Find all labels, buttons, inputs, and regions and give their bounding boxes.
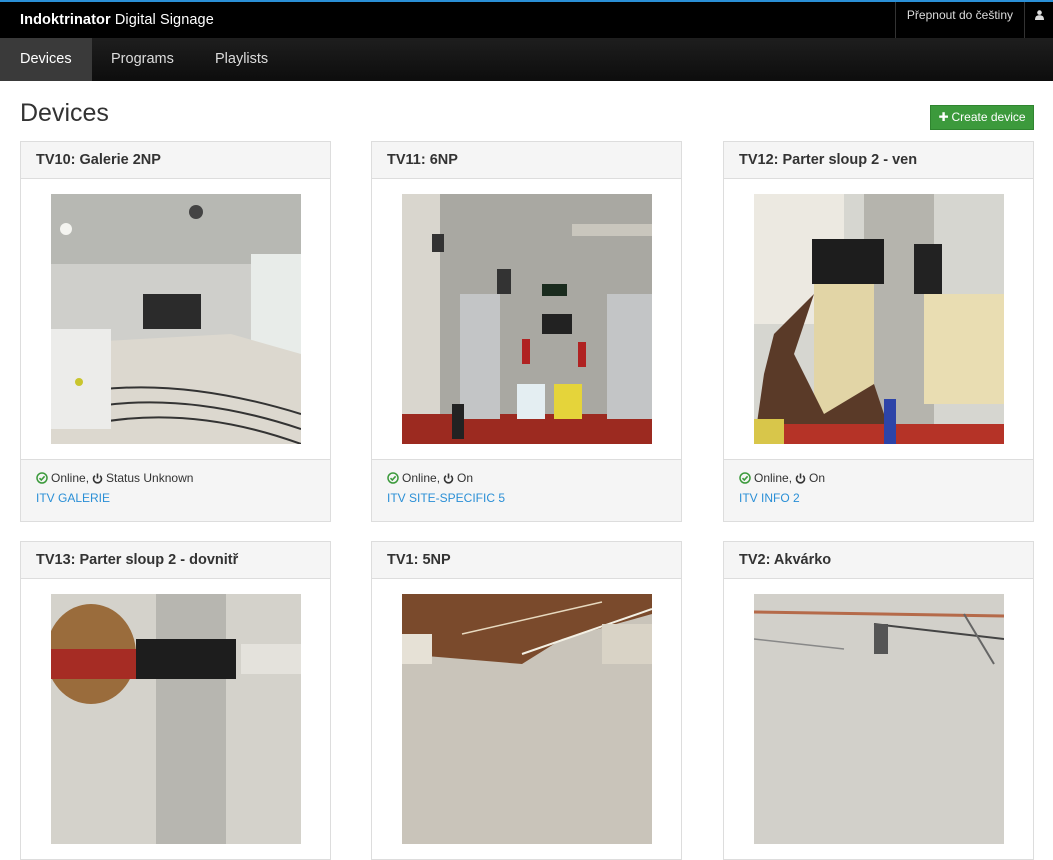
power-status: Status Unknown (106, 471, 194, 485)
create-device-label: Create device (951, 110, 1026, 124)
device-program-link[interactable]: ITV GALERIE (36, 491, 315, 505)
create-device-button[interactable]: ✚ Create device (930, 105, 1034, 130)
device-preview (21, 579, 330, 859)
device-name[interactable]: TV1: 5NP (372, 542, 681, 579)
device-screenshot[interactable] (51, 194, 301, 444)
user-icon (1034, 10, 1044, 20)
top-bar: Indoktrinator Digital Signage Přepnout d… (0, 0, 1053, 38)
device-status-bar: Online, On ITV SITE-SPECIFIC 5 (372, 459, 681, 521)
device-card[interactable]: TV10: Galerie 2NP Online, Status Unknown… (20, 141, 331, 522)
check-circle-icon (739, 472, 751, 484)
brand[interactable]: Indoktrinator Digital Signage (20, 12, 214, 28)
device-preview (372, 179, 681, 459)
page-title: Devices (20, 99, 109, 127)
nav-programs[interactable]: Programs (91, 38, 194, 81)
power-icon (92, 473, 103, 484)
device-preview (724, 179, 1033, 459)
device-program-link[interactable]: ITV SITE-SPECIFIC 5 (387, 491, 666, 505)
device-screenshot[interactable] (51, 594, 301, 844)
device-status-bar: Online, On ITV INFO 2 (724, 459, 1033, 521)
power-icon (795, 473, 806, 484)
device-status-bar: Online, Status Unknown ITV GALERIE (21, 459, 330, 521)
brand-bold: Indoktrinator (20, 12, 111, 28)
device-name[interactable]: TV11: 6NP (372, 142, 681, 179)
device-status: Online, Status Unknown (36, 471, 315, 485)
device-preview (724, 579, 1033, 859)
nav-playlists[interactable]: Playlists (195, 38, 288, 81)
brand-rest: Digital Signage (110, 12, 214, 28)
device-card[interactable]: TV1: 5NP (371, 541, 682, 860)
online-status: Online, (402, 471, 441, 485)
device-preview (372, 579, 681, 859)
device-name[interactable]: TV13: Parter sloup 2 - dovnitř (21, 542, 330, 579)
language-switch-button[interactable]: Přepnout do češtiny (894, 2, 1024, 38)
device-screenshot[interactable] (402, 194, 652, 444)
main-nav: Devices Programs Playlists (0, 38, 1053, 81)
device-card[interactable]: TV12: Parter sloup 2 - ven Online, On IT… (723, 141, 1034, 522)
device-name[interactable]: TV10: Galerie 2NP (21, 142, 330, 179)
online-status: Online, (51, 471, 90, 485)
device-preview (21, 179, 330, 459)
power-status: On (457, 471, 474, 485)
online-status: Online, (754, 471, 793, 485)
power-icon (443, 473, 454, 484)
device-card[interactable]: TV13: Parter sloup 2 - dovnitř (20, 541, 331, 860)
device-screenshot[interactable] (754, 594, 1004, 844)
nav-devices[interactable]: Devices (0, 38, 92, 81)
power-status: On (809, 471, 826, 485)
device-screenshot[interactable] (754, 194, 1004, 444)
device-status: Online, On (739, 471, 1018, 485)
device-screenshot[interactable] (402, 594, 652, 844)
check-circle-icon (387, 472, 399, 484)
check-circle-icon (36, 472, 48, 484)
device-card[interactable]: TV2: Akvárko (723, 541, 1034, 860)
plus-icon: ✚ (938, 110, 949, 124)
device-status: Online, On (387, 471, 666, 485)
device-name[interactable]: TV12: Parter sloup 2 - ven (724, 142, 1033, 179)
device-program-link[interactable]: ITV INFO 2 (739, 491, 1018, 505)
device-name[interactable]: TV2: Akvárko (724, 542, 1033, 579)
user-menu-button[interactable] (1024, 2, 1053, 38)
device-card[interactable]: TV11: 6NP Online, On ITV SITE-SPECIFIC 5 (371, 141, 682, 522)
